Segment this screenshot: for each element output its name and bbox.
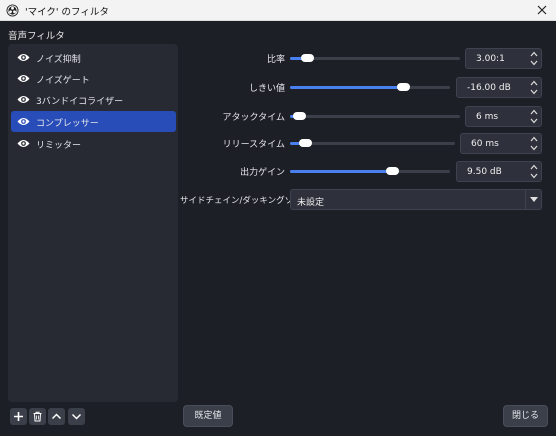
chevron-down-icon bbox=[530, 118, 538, 124]
release-slider[interactable] bbox=[290, 137, 455, 149]
obs-logo-icon bbox=[6, 4, 19, 17]
sidechain-value: 未設定 bbox=[297, 198, 325, 208]
output-gain-increment[interactable] bbox=[527, 162, 541, 171]
ratio-label: 比率 bbox=[266, 55, 285, 65]
slider-handle[interactable] bbox=[301, 54, 314, 62]
filter-item-noise-gate[interactable]: ノイズゲート bbox=[11, 68, 176, 89]
eye-icon[interactable] bbox=[17, 138, 30, 149]
filter-item-compressor[interactable]: コンプレッサー bbox=[11, 111, 176, 132]
threshold-increment[interactable] bbox=[527, 78, 541, 87]
title-bar: 'マイク' のフィルタ bbox=[0, 0, 556, 21]
release-decrement[interactable] bbox=[527, 144, 541, 153]
chevron-up-icon bbox=[51, 413, 62, 420]
release-increment[interactable] bbox=[527, 134, 541, 143]
filter-list[interactable]: ノイズ抑制 ノイズゲート 3バンドイコライザー コンプレッサー リミッター bbox=[8, 44, 178, 402]
slider-handle[interactable] bbox=[299, 139, 312, 147]
chevron-up-icon bbox=[530, 80, 538, 86]
filter-item-label: ノイズゲート bbox=[36, 76, 90, 86]
slider-handle[interactable] bbox=[397, 83, 410, 91]
filter-item-label: リミッター bbox=[36, 141, 82, 151]
attack-decrement[interactable] bbox=[527, 117, 541, 126]
eye-icon[interactable] bbox=[17, 52, 30, 63]
threshold-decrement[interactable] bbox=[527, 88, 541, 97]
slider-handle[interactable] bbox=[293, 112, 306, 120]
release-spinbox[interactable]: 60 ms bbox=[460, 133, 542, 154]
chevron-down-icon bbox=[530, 145, 538, 151]
chevron-up-icon bbox=[530, 109, 538, 115]
defaults-button[interactable]: 既定値 bbox=[183, 405, 233, 427]
output-gain-slider[interactable] bbox=[290, 165, 450, 177]
caret-down-icon bbox=[530, 197, 538, 202]
release-label: リリースタイム bbox=[222, 140, 285, 150]
eye-icon[interactable] bbox=[17, 73, 30, 84]
attack-slider[interactable] bbox=[290, 110, 460, 122]
plus-icon bbox=[14, 412, 23, 421]
chevron-down-icon bbox=[530, 173, 538, 179]
output-gain-decrement[interactable] bbox=[527, 172, 541, 181]
filter-item-label: ノイズ抑制 bbox=[36, 55, 81, 65]
ratio-increment[interactable] bbox=[527, 49, 541, 58]
ratio-spinbox[interactable]: 3.00:1 bbox=[465, 48, 542, 69]
threshold-label: しきい値 bbox=[248, 84, 285, 94]
sidechain-dropdown-toggle[interactable] bbox=[525, 190, 541, 209]
filter-item-limiter[interactable]: リミッター bbox=[11, 133, 176, 154]
attack-label: アタックタイム bbox=[222, 113, 285, 123]
attack-spinbox[interactable]: 6 ms bbox=[465, 106, 542, 127]
chevron-up-icon bbox=[530, 136, 538, 142]
slider-track bbox=[290, 142, 455, 145]
chevron-down-icon bbox=[71, 413, 82, 420]
ratio-slider[interactable] bbox=[290, 52, 460, 64]
ratio-decrement[interactable] bbox=[527, 59, 541, 68]
chevron-up-icon bbox=[530, 51, 538, 57]
threshold-slider[interactable] bbox=[290, 81, 450, 93]
slider-fill bbox=[290, 86, 404, 89]
slider-track bbox=[290, 57, 460, 60]
release-value: 60 ms bbox=[471, 139, 499, 149]
close-icon[interactable] bbox=[534, 2, 550, 18]
slider-fill bbox=[290, 170, 393, 173]
output-gain-label: 出力ゲイン bbox=[240, 168, 285, 178]
close-button[interactable]: 閉じる bbox=[503, 405, 548, 427]
add-filter-button[interactable] bbox=[10, 408, 27, 425]
sidechain-select[interactable]: 未設定 bbox=[290, 189, 542, 210]
threshold-value: -16.00 dB bbox=[467, 83, 511, 93]
move-filter-down-button[interactable] bbox=[68, 408, 85, 425]
filter-item-label: 3バンドイコライザー bbox=[36, 97, 124, 107]
filters-section-label: 音声フィルタ bbox=[8, 31, 65, 42]
output-gain-spinbox[interactable]: 9.50 dB bbox=[456, 161, 542, 182]
chevron-down-icon bbox=[530, 60, 538, 66]
remove-filter-button[interactable] bbox=[29, 408, 46, 425]
ratio-value: 3.00:1 bbox=[476, 54, 505, 64]
filter-item-3band-eq[interactable]: 3バンドイコライザー bbox=[11, 89, 176, 110]
eye-icon[interactable] bbox=[17, 94, 30, 105]
threshold-spinbox[interactable]: -16.00 dB bbox=[456, 77, 542, 98]
slider-handle[interactable] bbox=[386, 167, 399, 175]
sidechain-label: サイドチェイン/ダッキングソース bbox=[180, 196, 310, 206]
window-title: 'マイク' のフィルタ bbox=[25, 7, 109, 18]
slider-track bbox=[290, 115, 460, 118]
trash-icon bbox=[33, 411, 42, 422]
chevron-down-icon bbox=[530, 89, 538, 95]
eye-icon[interactable] bbox=[17, 116, 30, 127]
attack-value: 6 ms bbox=[476, 112, 499, 122]
output-gain-value: 9.50 dB bbox=[467, 167, 502, 177]
filter-item-noise-suppression[interactable]: ノイズ抑制 bbox=[11, 47, 176, 68]
attack-increment[interactable] bbox=[527, 107, 541, 116]
filter-item-label: コンプレッサー bbox=[36, 119, 99, 129]
chevron-up-icon bbox=[530, 164, 538, 170]
move-filter-up-button[interactable] bbox=[48, 408, 65, 425]
